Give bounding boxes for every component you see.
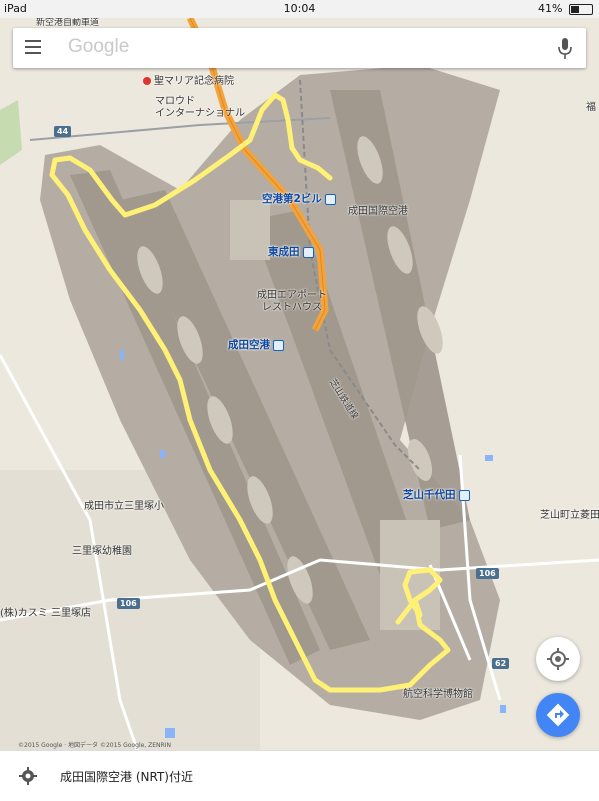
search-input[interactable]: Google [68, 36, 129, 58]
search-bar[interactable]: Google [13, 28, 586, 68]
train-icon [302, 246, 314, 258]
map-canvas[interactable]: 新空港自動車道 聖マリア記念病院 マロウド インターナショナル 空港第2ビル 成… [0, 18, 599, 758]
station-higashi-narita[interactable]: 東成田 [268, 244, 314, 259]
route-shield-106-left: 106 [117, 598, 140, 609]
poi-st-marys[interactable]: 聖マリア記念病院 [143, 72, 234, 87]
place-title[interactable]: 成田国際空港 (NRT)付近 [60, 768, 193, 785]
menu-icon[interactable] [25, 40, 41, 54]
station-shibayama-chiyoda[interactable]: 芝山千代田 [403, 487, 470, 502]
status-bar: iPad 10:04 41% [0, 0, 599, 18]
battery-indicator: 41% [538, 2, 593, 15]
poi-misato-elem[interactable]: 成田市立三里塚小 [84, 497, 164, 512]
battery-icon [569, 3, 593, 15]
gear-icon[interactable] [18, 766, 38, 786]
directions-button[interactable] [536, 693, 580, 737]
bottom-bar[interactable]: 成田国際空港 (NRT)付近 [0, 750, 599, 801]
poi-shibayama-school[interactable]: 芝山町立菱田 [540, 506, 599, 521]
status-time: 10:04 [283, 2, 316, 15]
train-icon [324, 193, 336, 205]
route-shield-106-right: 106 [476, 568, 499, 579]
mic-icon[interactable] [558, 38, 572, 60]
station-airport-t2[interactable]: 空港第2ビル [262, 191, 336, 206]
poi-kasumi[interactable]: (株)カスミ 三里塚店 [0, 604, 91, 619]
map-graphic [0, 18, 599, 758]
map-copyright: ©2015 Google · 地図データ ©2015 Google, ZENRI… [18, 742, 171, 749]
battery-percent: 41% [538, 2, 563, 15]
label-fuku: 福 [586, 102, 596, 113]
poi-narita-airport[interactable]: 成田国際空港 [348, 202, 408, 217]
station-narita-airport[interactable]: 成田空港 [228, 337, 284, 352]
crosshair-icon [547, 648, 569, 670]
directions-icon [546, 703, 570, 727]
poi-rest-house[interactable]: 成田エアポート レストハウス [257, 290, 327, 314]
route-shield-62: 62 [492, 658, 510, 669]
poi-aviation-museum[interactable]: 航空科学博物館 [403, 685, 473, 700]
train-icon [273, 339, 284, 351]
my-location-button[interactable] [536, 637, 580, 681]
poi-marroad[interactable]: マロウド インターナショナル [155, 96, 245, 120]
train-icon [458, 489, 470, 501]
route-shield-44: 44 [54, 126, 72, 137]
hospital-icon [143, 77, 151, 85]
poi-misato-kinder[interactable]: 三里塚幼稚園 [72, 542, 132, 557]
